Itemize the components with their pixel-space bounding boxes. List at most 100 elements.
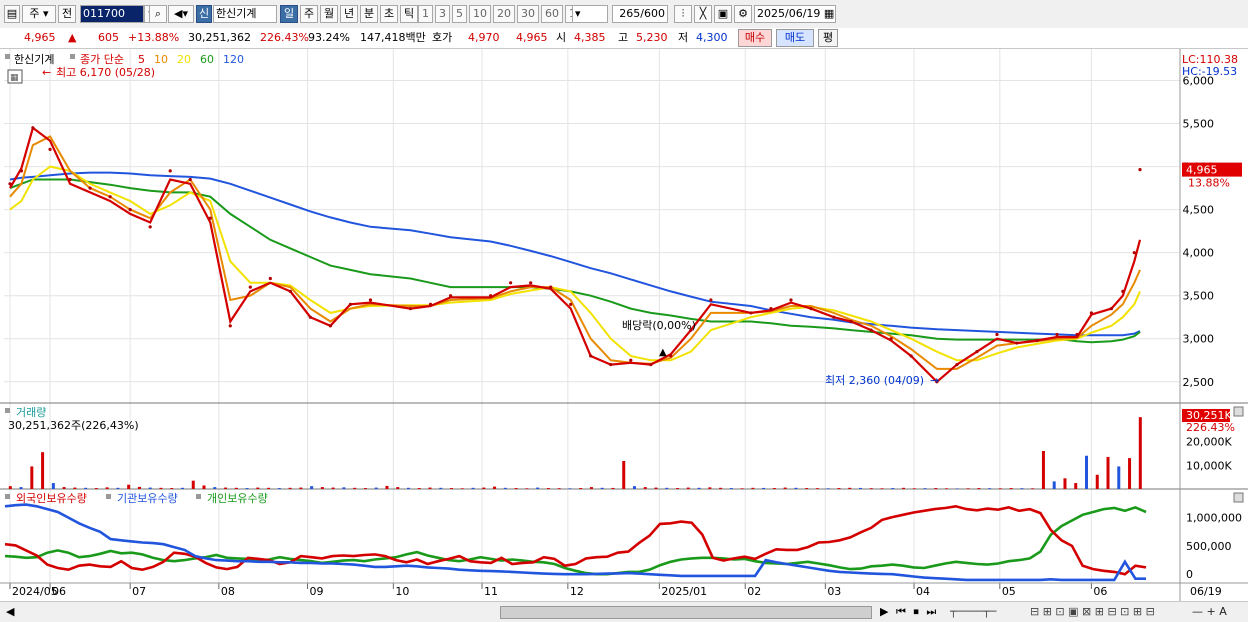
quote-bar: 4,965 ▲ 605 +13.88% 30,251,362 226.43% 9…: [0, 28, 1248, 49]
holdings-close-icon[interactable]: [1233, 492, 1244, 503]
date-field[interactable]: 2025/06/19 ▦: [754, 5, 836, 23]
layout-icons[interactable]: ⊟ ⊞ ⊡ ▣ ⊠ ⊞ ⊟ ⊡ ⊞ ⊟: [1030, 605, 1155, 619]
volume: 30,251,362: [188, 31, 251, 44]
volume-bar: [923, 488, 927, 489]
volume-bar: [105, 487, 109, 489]
volume-bar: [1009, 488, 1013, 489]
zoom-controls[interactable]: — + A: [1192, 605, 1227, 619]
volume-bar: [94, 488, 98, 489]
period-button[interactable]: 년: [340, 5, 358, 23]
legend-dot-icon: [70, 54, 75, 59]
prev-button[interactable]: 전: [58, 5, 76, 23]
count-field[interactable]: 265/600: [612, 5, 668, 23]
code-input[interactable]: 011700: [80, 5, 144, 23]
eval-button[interactable]: 평: [818, 29, 838, 47]
close-point: [975, 350, 979, 354]
date-text: 2025/06/19: [757, 7, 821, 20]
close-point: [509, 281, 513, 285]
minute-button[interactable]: 10: [469, 5, 491, 23]
volume-bar: [245, 488, 249, 489]
volume-bar: [363, 488, 367, 489]
volume-bar: [267, 487, 271, 489]
sell-button[interactable]: 매도: [776, 29, 814, 47]
close-point: [955, 362, 959, 367]
close-point: [1035, 338, 1039, 343]
close-point: [68, 177, 72, 182]
period-button[interactable]: 주: [300, 5, 318, 23]
minute-button[interactable]: 60: [541, 5, 563, 23]
price-ytick: 4,500: [1183, 204, 1215, 217]
volume-bar: [686, 487, 690, 489]
minute-button[interactable]: 5: [452, 5, 467, 23]
scroll-thumb[interactable]: [500, 606, 872, 619]
volume-value: 30,251,362주(226,43%): [8, 419, 139, 432]
period-button[interactable]: 초: [380, 5, 398, 23]
high-annotation: 최고 6,170 (05/28): [56, 66, 155, 79]
chart-menu-icon[interactable]: ▤: [4, 5, 20, 23]
volume-bar: [310, 486, 314, 489]
minute-button[interactable]: 1: [418, 5, 433, 23]
chart-area[interactable]: 2,5003,0003,5004,0004,5005,0005,5006,000…: [0, 49, 1248, 601]
volume-bar: [643, 487, 647, 489]
price: 4,965: [24, 31, 56, 44]
volume-bar: [450, 488, 454, 489]
minute-select[interactable]: ▾: [572, 5, 608, 23]
volume-bar: [762, 487, 766, 489]
volume-bar: [8, 486, 12, 489]
holdings-ytick: 500,000: [1186, 540, 1232, 553]
volume-bar: [1095, 474, 1099, 489]
zoom-slider-icon[interactable]: ┬────┬─: [950, 605, 996, 619]
ma-legend-120: 120: [223, 53, 244, 66]
scroll-bar[interactable]: ◀ ▶ ⏮ ⏹ ⏭ ┬────┬─ ⊟ ⊞ ⊡ ▣ ⊠ ⊞ ⊟ ⊡ ⊞ ⊟ — …: [0, 601, 1248, 622]
crosshair-icon[interactable]: ╳: [694, 5, 712, 23]
search-icon[interactable]: ⌕: [149, 5, 167, 23]
close-point: [832, 315, 836, 319]
period-button[interactable]: 월: [320, 5, 338, 23]
close-point: [569, 302, 573, 306]
save-icon[interactable]: ▣: [714, 5, 732, 23]
change-arrow: ▲: [68, 31, 77, 44]
volume-close-icon[interactable]: [1233, 406, 1244, 417]
volume-bar: [30, 466, 34, 489]
close-point: [19, 169, 24, 173]
legend-dot-icon: [196, 494, 201, 499]
market-select[interactable]: 주 ▾: [22, 5, 56, 23]
volume-bar: [665, 487, 669, 489]
x-tick-label: 11: [484, 585, 498, 598]
volume-bar: [815, 488, 819, 489]
minute-button[interactable]: 3: [435, 5, 450, 23]
minute-button[interactable]: 30: [517, 5, 539, 23]
volume-bar: [51, 483, 55, 489]
playback-controls[interactable]: ▶ ⏮ ⏹ ⏭: [880, 605, 938, 619]
volume-bar: [751, 487, 755, 489]
volume-bar: [342, 487, 346, 489]
x-tick-label: 05: [1002, 585, 1016, 598]
volume-bar: [632, 486, 636, 489]
legend-dot-icon: [5, 54, 10, 59]
ma-line-120: [9, 171, 1141, 337]
close-point: [408, 307, 413, 311]
scroll-left-icon[interactable]: ◀: [6, 605, 14, 619]
period-button[interactable]: 틱: [400, 5, 418, 23]
volume-bar: [439, 487, 443, 489]
period-button[interactable]: 일: [280, 5, 298, 23]
volume-bar: [654, 487, 658, 489]
holdings-ytick: 1,000,000: [1186, 512, 1242, 525]
volume-bar: [493, 486, 497, 489]
legend-dot-icon: [5, 494, 10, 499]
volume-bar: [385, 485, 389, 489]
buy-button[interactable]: 매수: [738, 29, 772, 47]
period-button[interactable]: 분: [360, 5, 378, 23]
volume-bar: [794, 487, 798, 489]
volume-bar: [41, 452, 45, 489]
minute-button[interactable]: 20: [493, 5, 515, 23]
holdings-title-individual: 개인보유수량: [207, 492, 268, 505]
volume-bar: [224, 487, 228, 489]
gear-icon[interactable]: ⚙: [734, 5, 752, 23]
ma-line-5: [9, 126, 1142, 384]
x-tick-label: 2025/01: [661, 585, 707, 598]
candle-icon[interactable]: ⫶: [674, 5, 692, 23]
volume-bar: [783, 487, 787, 489]
close-point: [188, 177, 192, 182]
sound-icon[interactable]: ◀▾: [168, 5, 194, 23]
